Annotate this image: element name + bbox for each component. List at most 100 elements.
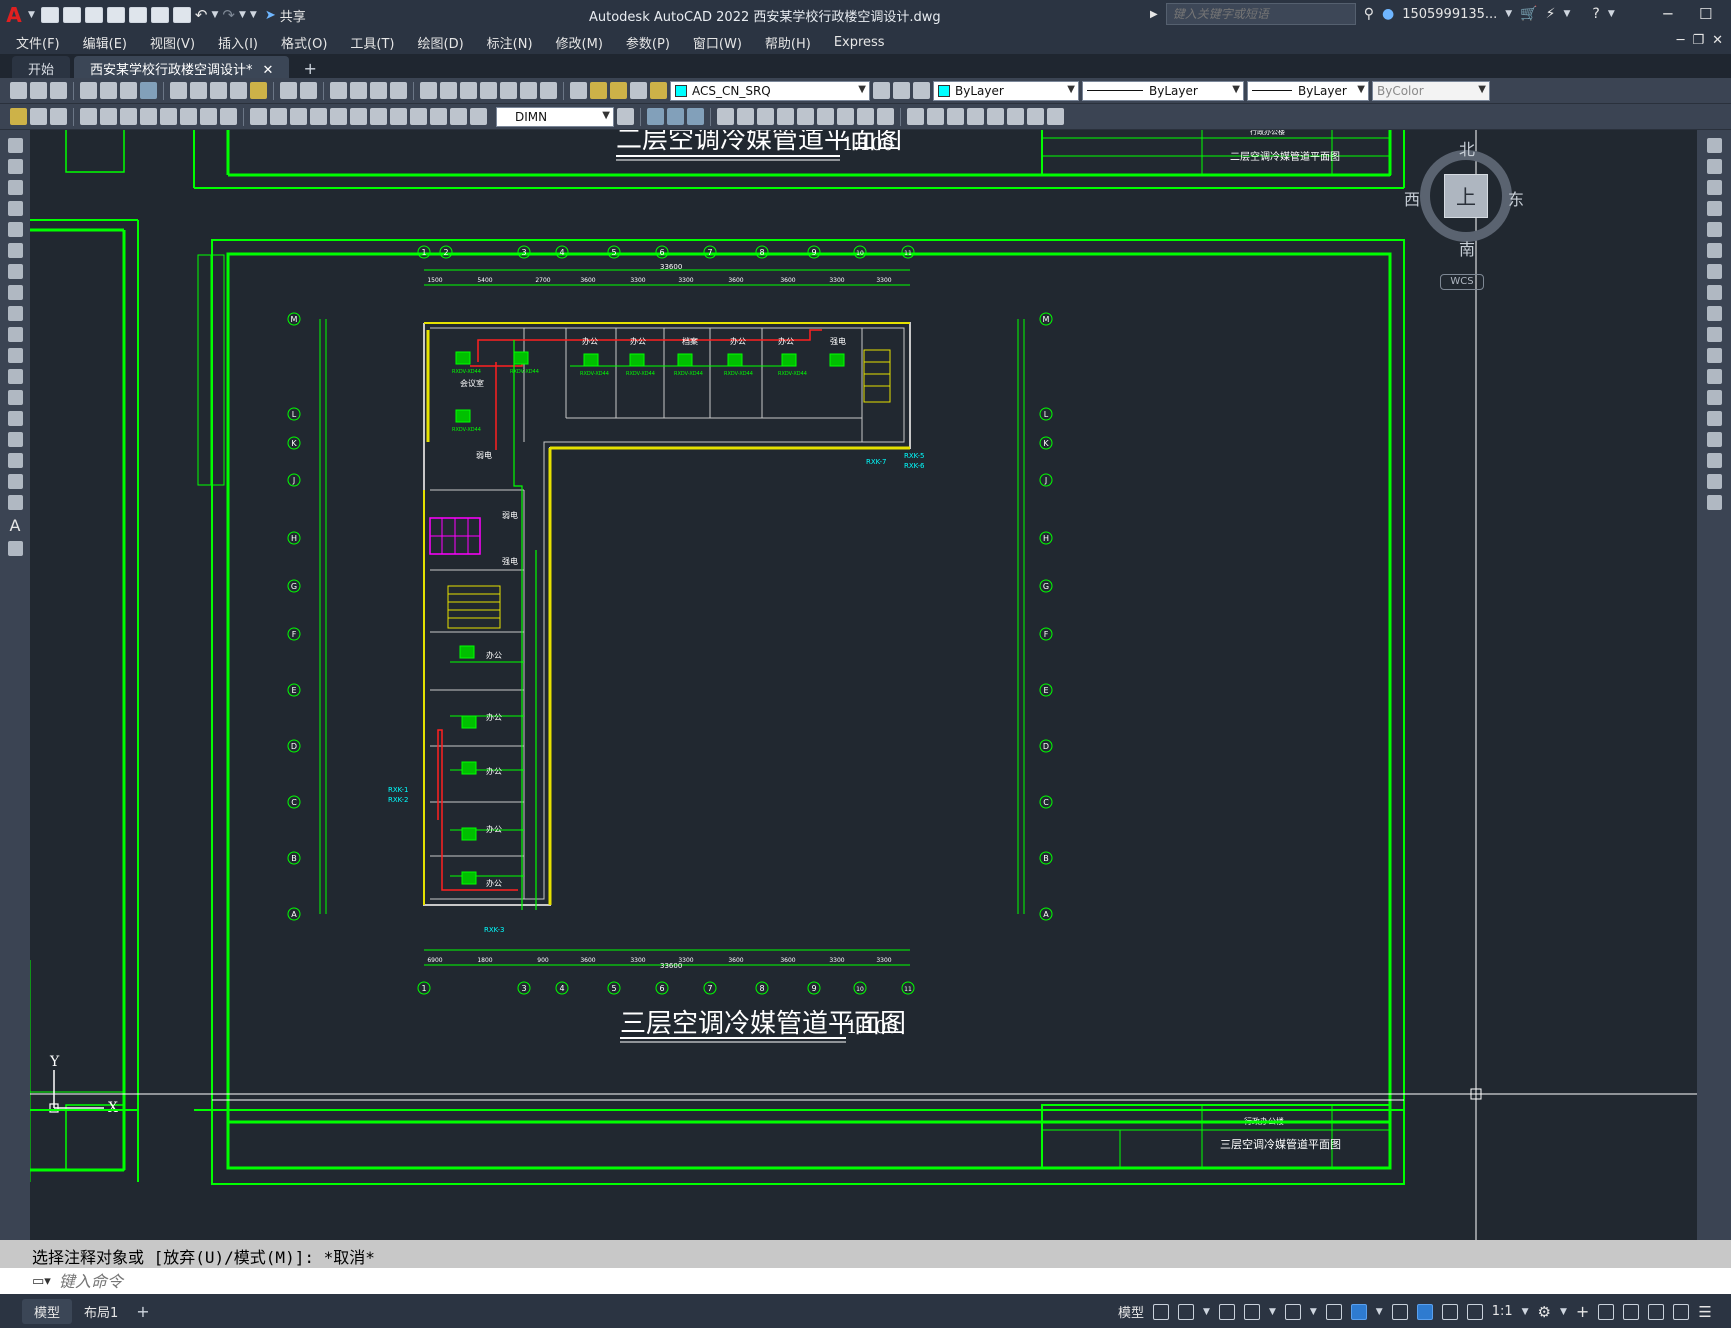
- block-editor-icon[interactable]: [250, 82, 267, 99]
- circle-icon[interactable]: [7, 264, 23, 279]
- save-icon[interactable]: [84, 7, 103, 23]
- doc-close-button[interactable]: ✕: [1712, 33, 1723, 48]
- help-caret-icon[interactable]: ▼: [1608, 9, 1615, 19]
- chamfer-icon[interactable]: [1706, 432, 1722, 447]
- rotate-icon[interactable]: [837, 108, 854, 125]
- polyline-icon[interactable]: [7, 180, 23, 195]
- menu-tools[interactable]: 工具(T): [350, 33, 394, 52]
- open-icon[interactable]: [30, 82, 47, 99]
- dimension-icon[interactable]: [10, 108, 27, 125]
- jogged-icon[interactable]: [180, 108, 197, 125]
- add-icon[interactable]: +: [1576, 1302, 1589, 1321]
- mirror-icon[interactable]: [1706, 180, 1722, 195]
- redo-icon[interactable]: [300, 82, 317, 99]
- share-button[interactable]: ➤ 共享: [265, 6, 306, 25]
- search-icon[interactable]: ⚲: [1364, 6, 1374, 22]
- break-at-point-icon[interactable]: [1706, 369, 1722, 384]
- publish-icon[interactable]: [120, 82, 137, 99]
- undo-caret-icon[interactable]: ▼: [212, 10, 219, 20]
- add-selected-icon[interactable]: [7, 541, 23, 556]
- draw-order-front-icon[interactable]: [647, 108, 664, 125]
- autodesk-app-icon[interactable]: ⚡: [1546, 6, 1556, 22]
- dim-break-icon[interactable]: [330, 108, 347, 125]
- annotation-scale-value[interactable]: 1:1: [1492, 1304, 1513, 1319]
- hatch-icon[interactable]: [7, 432, 23, 447]
- dim-update-icon[interactable]: [470, 108, 487, 125]
- sheet-set-icon[interactable]: [480, 82, 497, 99]
- dim-space-icon[interactable]: [310, 108, 327, 125]
- search-input[interactable]: [1165, 3, 1356, 25]
- layer-lock-icon[interactable]: [650, 82, 667, 99]
- tab-start[interactable]: 开始: [12, 56, 71, 78]
- draw-order-back-icon[interactable]: [667, 108, 684, 125]
- region-icon[interactable]: [7, 474, 23, 489]
- snap-icon[interactable]: [1178, 1303, 1195, 1320]
- explode-icon[interactable]: [1706, 495, 1722, 510]
- multileader-style-icon[interactable]: [947, 108, 964, 125]
- minimize-button[interactable]: ─: [1653, 5, 1683, 23]
- gear-icon[interactable]: ⚙: [1538, 1303, 1551, 1321]
- snap-caret-icon[interactable]: ▼: [1203, 1307, 1210, 1317]
- polar-caret-icon[interactable]: ▼: [1269, 1307, 1276, 1317]
- move-icon[interactable]: [817, 108, 834, 125]
- layer-viewport-icon[interactable]: [630, 82, 647, 99]
- add-layout-icon[interactable]: +: [136, 1302, 149, 1321]
- tool-palettes-icon[interactable]: [460, 82, 477, 99]
- aligned-icon[interactable]: [100, 108, 117, 125]
- viewcube-west[interactable]: 西: [1404, 186, 1420, 210]
- arc-length-icon[interactable]: [120, 108, 137, 125]
- diameter-icon[interactable]: [200, 108, 217, 125]
- redo-icon[interactable]: ↷: [222, 6, 235, 24]
- tab-layout1[interactable]: 布局1: [72, 1299, 130, 1324]
- inspection-icon[interactable]: [390, 108, 407, 125]
- trim-icon[interactable]: [1706, 327, 1722, 342]
- point-icon[interactable]: [7, 411, 23, 426]
- recent-commands-icon[interactable]: ▭▾: [32, 1274, 51, 1289]
- scale-icon[interactable]: [1706, 285, 1722, 300]
- cart-icon[interactable]: 🛒: [1520, 6, 1537, 22]
- zoom-window-icon[interactable]: [370, 82, 387, 99]
- units-icon[interactable]: [1598, 1303, 1615, 1320]
- join-icon[interactable]: [1706, 411, 1722, 426]
- layer-on-icon[interactable]: [590, 82, 607, 99]
- wcs-menu[interactable]: WCS: [1440, 274, 1484, 290]
- workspace-caret-icon[interactable]: ▼: [1560, 1307, 1567, 1317]
- bring-above-icon[interactable]: [687, 108, 704, 125]
- insert-block-icon[interactable]: [1007, 108, 1024, 125]
- qat-customize-icon[interactable]: ▼: [250, 10, 257, 20]
- lineweight-dropdown[interactable]: ByLayer ▼: [1247, 80, 1369, 101]
- markup-icon[interactable]: [500, 82, 517, 99]
- user-name[interactable]: 1505999135...: [1402, 7, 1497, 22]
- make-current-layer-icon[interactable]: [873, 82, 890, 99]
- autocad-logo-icon[interactable]: A: [0, 0, 28, 30]
- viewcube[interactable]: 上 北 南 西 东 WCS: [1404, 136, 1526, 296]
- insert-block-icon[interactable]: [7, 369, 23, 384]
- viewcube-south[interactable]: 南: [1459, 236, 1475, 260]
- tab-drawing[interactable]: 西安某学校行政楼空调设计* ✕: [74, 56, 290, 78]
- open-web-icon[interactable]: [128, 7, 147, 23]
- fillet-icon[interactable]: [1706, 453, 1722, 468]
- save-icon[interactable]: [50, 82, 67, 99]
- mirror-icon[interactable]: [757, 108, 774, 125]
- extend-icon[interactable]: [1706, 348, 1722, 363]
- layer-states-icon[interactable]: [913, 82, 930, 99]
- zoom-realtime-icon[interactable]: [350, 82, 367, 99]
- help-icon[interactable]: [540, 82, 557, 99]
- user-icon[interactable]: ●: [1382, 6, 1394, 22]
- command-input[interactable]: [58, 1271, 659, 1291]
- layer-dropdown[interactable]: ACS_CN_SRQ ▼: [670, 80, 870, 101]
- menu-parametric[interactable]: 参数(P): [626, 33, 670, 52]
- redo-caret-icon[interactable]: ▼: [239, 10, 246, 20]
- aligned-dim-icon[interactable]: [50, 108, 67, 125]
- move-icon[interactable]: [1706, 243, 1722, 258]
- grid-icon[interactable]: [1153, 1303, 1170, 1320]
- design-center-icon[interactable]: [440, 82, 457, 99]
- quick-dim-icon[interactable]: [250, 108, 267, 125]
- revision-cloud-icon[interactable]: [7, 285, 23, 300]
- pan-icon[interactable]: [330, 82, 347, 99]
- array-icon[interactable]: [1706, 222, 1722, 237]
- doc-restore-button[interactable]: ❐: [1692, 33, 1704, 48]
- erase-icon[interactable]: [1706, 138, 1722, 153]
- tab-close-icon[interactable]: ✕: [263, 63, 274, 78]
- multiline-text-icon[interactable]: A: [10, 516, 21, 535]
